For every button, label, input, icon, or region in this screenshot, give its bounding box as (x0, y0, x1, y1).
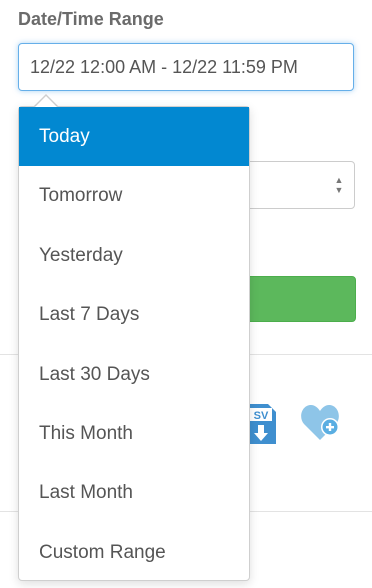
range-option-last-30-days[interactable]: Last 30 Days (19, 345, 249, 404)
date-range-dropdown: Today Tomorrow Yesterday Last 7 Days Las… (18, 106, 250, 581)
range-option-yesterday[interactable]: Yesterday (19, 226, 249, 285)
heart-plus-icon[interactable] (300, 402, 344, 442)
select-arrows-icon: ▲ ▼ (334, 175, 344, 195)
svg-text:SV: SV (254, 410, 269, 422)
range-option-today[interactable]: Today (19, 107, 249, 167)
range-option-custom-range[interactable]: Custom Range (19, 523, 249, 582)
dropdown-caret-fill (35, 96, 57, 107)
date-time-range-input[interactable]: 12/22 12:00 AM - 12/22 11:59 PM (18, 43, 354, 91)
range-option-this-month[interactable]: This Month (19, 404, 249, 463)
date-time-range-label: Date/Time Range (18, 9, 164, 29)
range-option-tomorrow[interactable]: Tomorrow (19, 166, 249, 225)
csv-download-icon[interactable]: SV (246, 404, 276, 444)
range-option-last-7-days[interactable]: Last 7 Days (19, 285, 249, 344)
range-option-last-month[interactable]: Last Month (19, 463, 249, 522)
